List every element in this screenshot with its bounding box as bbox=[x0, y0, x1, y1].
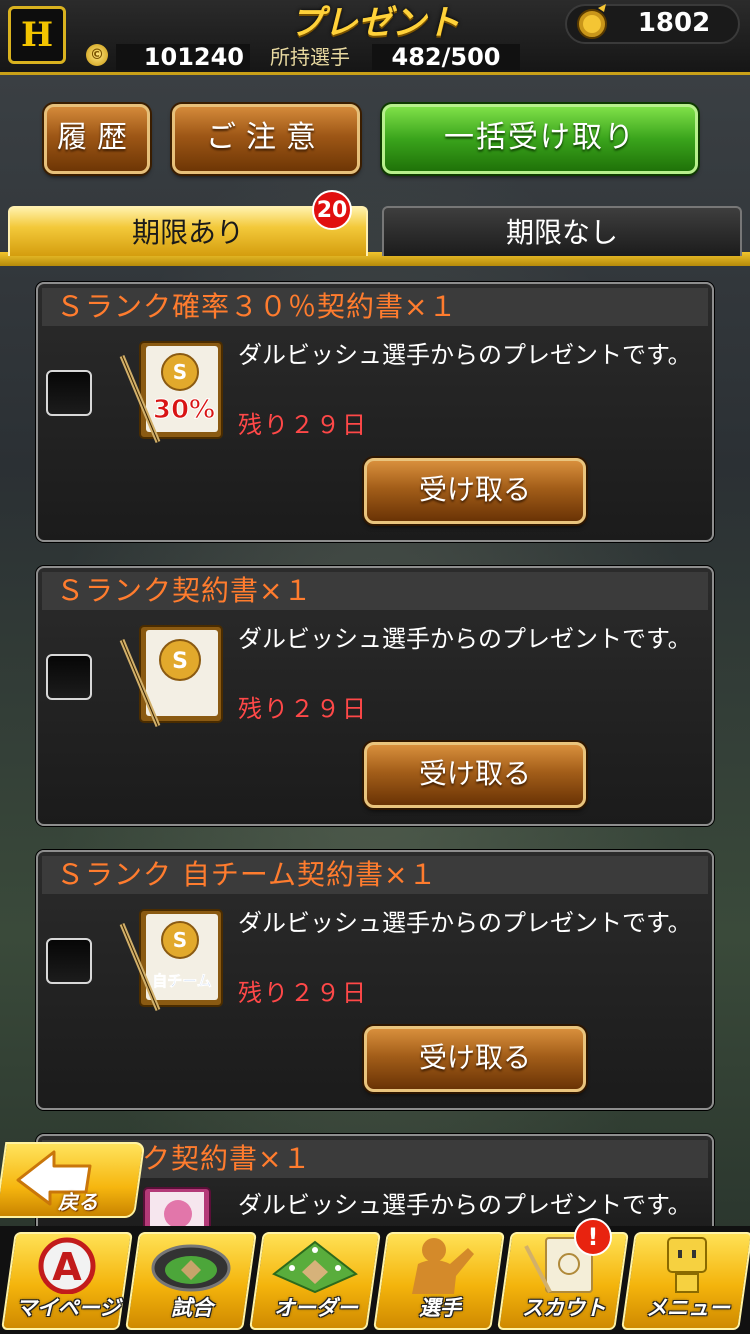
nav-label-order: オーダー bbox=[274, 1296, 358, 1320]
players-count: 482/500 bbox=[372, 44, 520, 70]
contract-30-icon: S 30% bbox=[119, 341, 223, 443]
nav-label-menu: メニュー bbox=[646, 1296, 730, 1320]
page-title: プレゼント bbox=[290, 3, 460, 43]
notice-button[interactable]: ご注意 bbox=[172, 104, 360, 174]
icon-label: 30% bbox=[153, 395, 215, 425]
receive-button[interactable]: 受け取る bbox=[364, 458, 586, 524]
nav-label-mypage: マイページ bbox=[15, 1296, 121, 1320]
receive-button[interactable]: 受け取る bbox=[364, 742, 586, 808]
stadium-icon bbox=[151, 1244, 231, 1292]
contract-own-team-icon: S 自チーム bbox=[119, 909, 223, 1011]
present-description: ダルビッシュ選手からのプレゼントです。 bbox=[238, 625, 692, 653]
contract-s-icon: S bbox=[119, 625, 223, 727]
present-description: ダルビッシュ選手からのプレゼントです。 bbox=[238, 1191, 692, 1219]
present-title: Ｓランク確率３０％契約書×１ bbox=[42, 288, 708, 326]
present-card: Ｓランク 自チーム契約書×１ S 自チーム ダルビッシュ選手からのプレゼントです… bbox=[36, 850, 714, 1110]
present-title: Ｓランク 自チーム契約書×１ bbox=[42, 856, 708, 894]
svg-text:A: A bbox=[52, 1245, 82, 1289]
svg-text:S: S bbox=[173, 360, 187, 384]
select-checkbox[interactable] bbox=[46, 370, 92, 416]
nav-label-players: 選手 bbox=[419, 1296, 461, 1320]
receive-button[interactable]: 受け取る bbox=[364, 1026, 586, 1092]
gold-coin-icon: © bbox=[86, 44, 108, 66]
select-checkbox[interactable] bbox=[46, 654, 92, 700]
menu-robot-icon bbox=[667, 1237, 707, 1293]
field-icon bbox=[272, 1240, 358, 1294]
remaining-days: 残り２９日 bbox=[238, 695, 368, 723]
present-title: Ｓランク契約書×１ bbox=[42, 572, 708, 610]
receive-all-button[interactable]: 一括受け取り bbox=[382, 104, 698, 174]
gold-value: 101240 bbox=[116, 44, 250, 70]
team-logo: H bbox=[8, 6, 66, 64]
nav-label-game: 試合 bbox=[171, 1296, 213, 1320]
history-button[interactable]: 履歴 bbox=[44, 104, 150, 174]
remaining-days: 残り２９日 bbox=[238, 411, 368, 439]
player-icon bbox=[412, 1238, 474, 1294]
remaining-days: 残り２９日 bbox=[238, 979, 368, 1007]
alert-badge: ! bbox=[574, 1218, 612, 1256]
coin-value: 1802 bbox=[637, 8, 711, 38]
present-description: ダルビッシュ選手からのプレゼントです。 bbox=[238, 909, 692, 937]
back-label: 戻る bbox=[58, 1190, 98, 1214]
select-checkbox[interactable] bbox=[46, 938, 92, 984]
present-description: ダルビッシュ選手からのプレゼントです。 bbox=[238, 341, 692, 369]
coin-icon bbox=[577, 4, 607, 39]
svg-text:S: S bbox=[172, 649, 188, 674]
svg-text:S: S bbox=[173, 928, 187, 952]
tab-no-expiry[interactable]: 期限なし bbox=[382, 206, 742, 256]
icon-label: 自チーム bbox=[152, 972, 212, 990]
present-card: Ｓランク確率３０％契約書×１ S 30% ダルビッシュ選手からのプレゼントです。… bbox=[36, 282, 714, 542]
players-label: 所持選手 bbox=[270, 45, 350, 69]
a-emblem-icon: A bbox=[38, 1237, 96, 1294]
nav-label-scout: スカウト bbox=[522, 1296, 606, 1320]
count-badge: 20 bbox=[312, 190, 352, 230]
present-card: Ｓランク契約書×１ S ダルビッシュ選手からのプレゼントです。 残り２９日 受け… bbox=[36, 566, 714, 826]
